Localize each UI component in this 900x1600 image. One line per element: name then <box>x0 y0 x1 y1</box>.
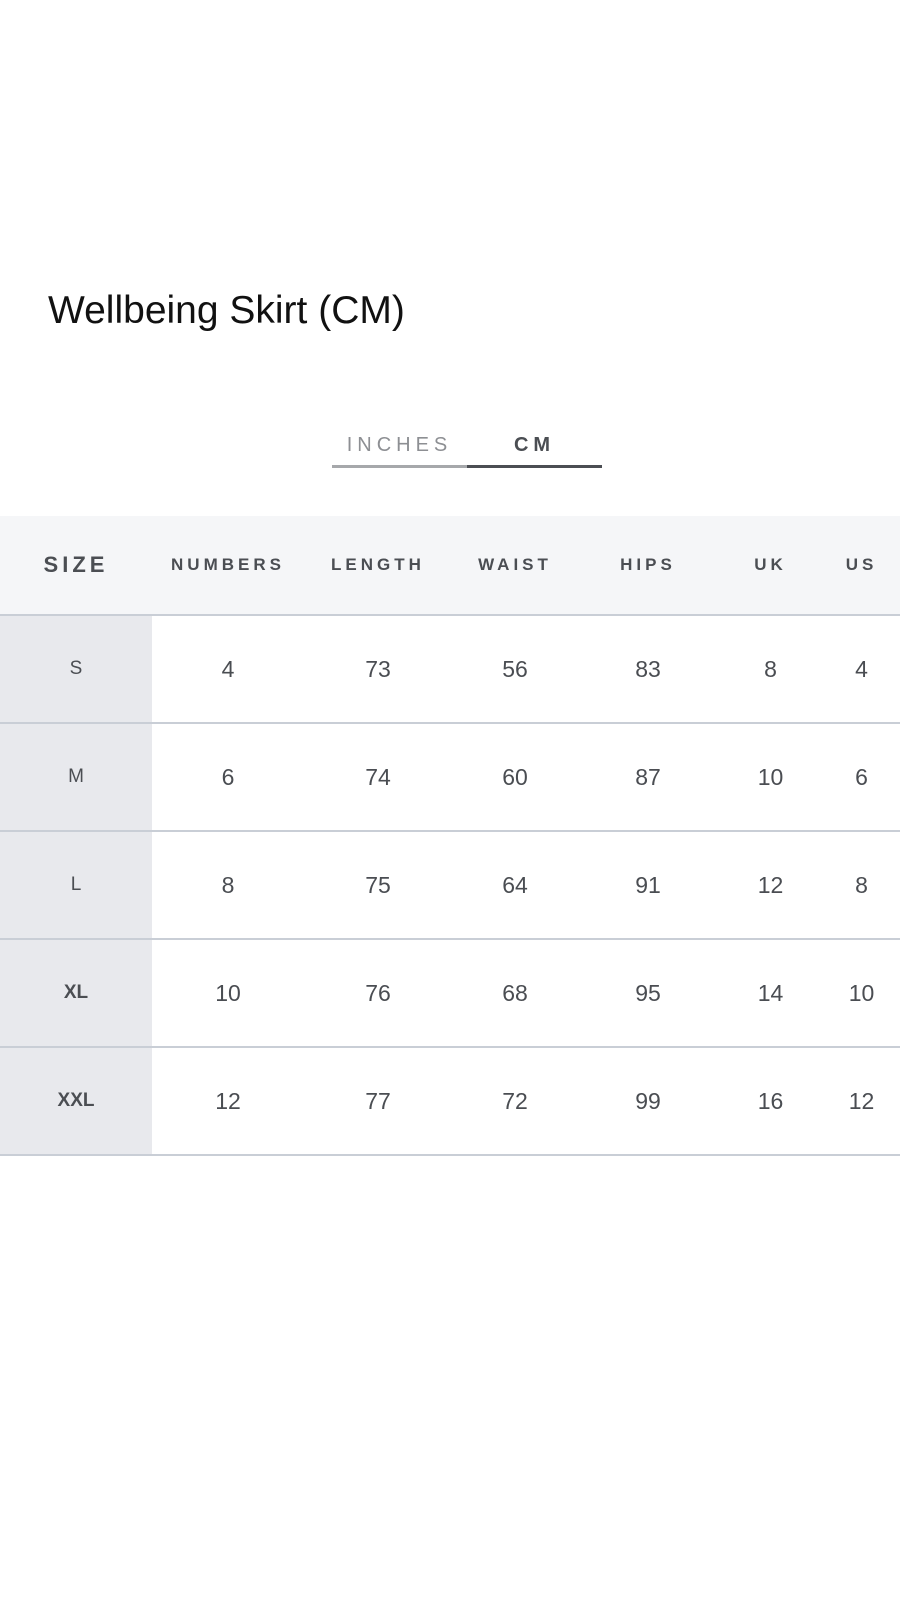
table-row: S 4 73 56 83 8 4 <box>0 615 900 724</box>
length-cell: 74 <box>304 723 452 832</box>
column-header-numbers: NUMBERS <box>152 516 304 616</box>
waist-cell: 60 <box>452 723 578 832</box>
waist-cell: 56 <box>452 615 578 724</box>
numbers-cell: 10 <box>152 939 304 1048</box>
size-cell: XL <box>0 939 152 1048</box>
table-row: XXL 12 77 72 99 16 12 <box>0 1047 900 1156</box>
numbers-cell: 8 <box>152 831 304 940</box>
waist-cell: 72 <box>452 1047 578 1156</box>
size-cell: L <box>0 831 152 940</box>
table-header-row: SIZE NUMBERS LENGTH WAIST HIPS UK US <box>0 516 900 616</box>
us-cell: 12 <box>823 1047 900 1156</box>
waist-cell: 68 <box>452 939 578 1048</box>
table-row: XL 10 76 68 95 14 10 <box>0 939 900 1048</box>
column-header-length: LENGTH <box>304 516 452 616</box>
length-cell: 75 <box>304 831 452 940</box>
hips-cell: 87 <box>578 723 718 832</box>
table-row: M 6 74 60 87 10 6 <box>0 723 900 832</box>
waist-cell: 64 <box>452 831 578 940</box>
unit-toggle: INCHES CM <box>332 432 602 468</box>
uk-cell: 12 <box>718 831 823 940</box>
numbers-cell: 12 <box>152 1047 304 1156</box>
size-cell: S <box>0 615 152 724</box>
hips-cell: 99 <box>578 1047 718 1156</box>
tab-inches[interactable]: INCHES <box>332 432 467 468</box>
size-cell: XXL <box>0 1047 152 1156</box>
length-cell: 77 <box>304 1047 452 1156</box>
length-cell: 76 <box>304 939 452 1048</box>
size-chart-table: SIZE NUMBERS LENGTH WAIST HIPS UK US S 4… <box>0 516 900 1156</box>
us-cell: 6 <box>823 723 900 832</box>
hips-cell: 91 <box>578 831 718 940</box>
length-cell: 73 <box>304 615 452 724</box>
size-cell: M <box>0 723 152 832</box>
column-header-size: SIZE <box>0 516 152 616</box>
hips-cell: 95 <box>578 939 718 1048</box>
uk-cell: 10 <box>718 723 823 832</box>
tab-cm[interactable]: CM <box>467 432 602 468</box>
column-header-uk: UK <box>718 516 823 616</box>
numbers-cell: 6 <box>152 723 304 832</box>
column-header-waist: WAIST <box>452 516 578 616</box>
us-cell: 4 <box>823 615 900 724</box>
uk-cell: 14 <box>718 939 823 1048</box>
uk-cell: 16 <box>718 1047 823 1156</box>
hips-cell: 83 <box>578 615 718 724</box>
page-title: Wellbeing Skirt (CM) <box>48 289 405 332</box>
column-header-hips: HIPS <box>578 516 718 616</box>
uk-cell: 8 <box>718 615 823 724</box>
numbers-cell: 4 <box>152 615 304 724</box>
table-row: L 8 75 64 91 12 8 <box>0 831 900 940</box>
us-cell: 10 <box>823 939 900 1048</box>
us-cell: 8 <box>823 831 900 940</box>
column-header-us: US <box>823 516 900 616</box>
